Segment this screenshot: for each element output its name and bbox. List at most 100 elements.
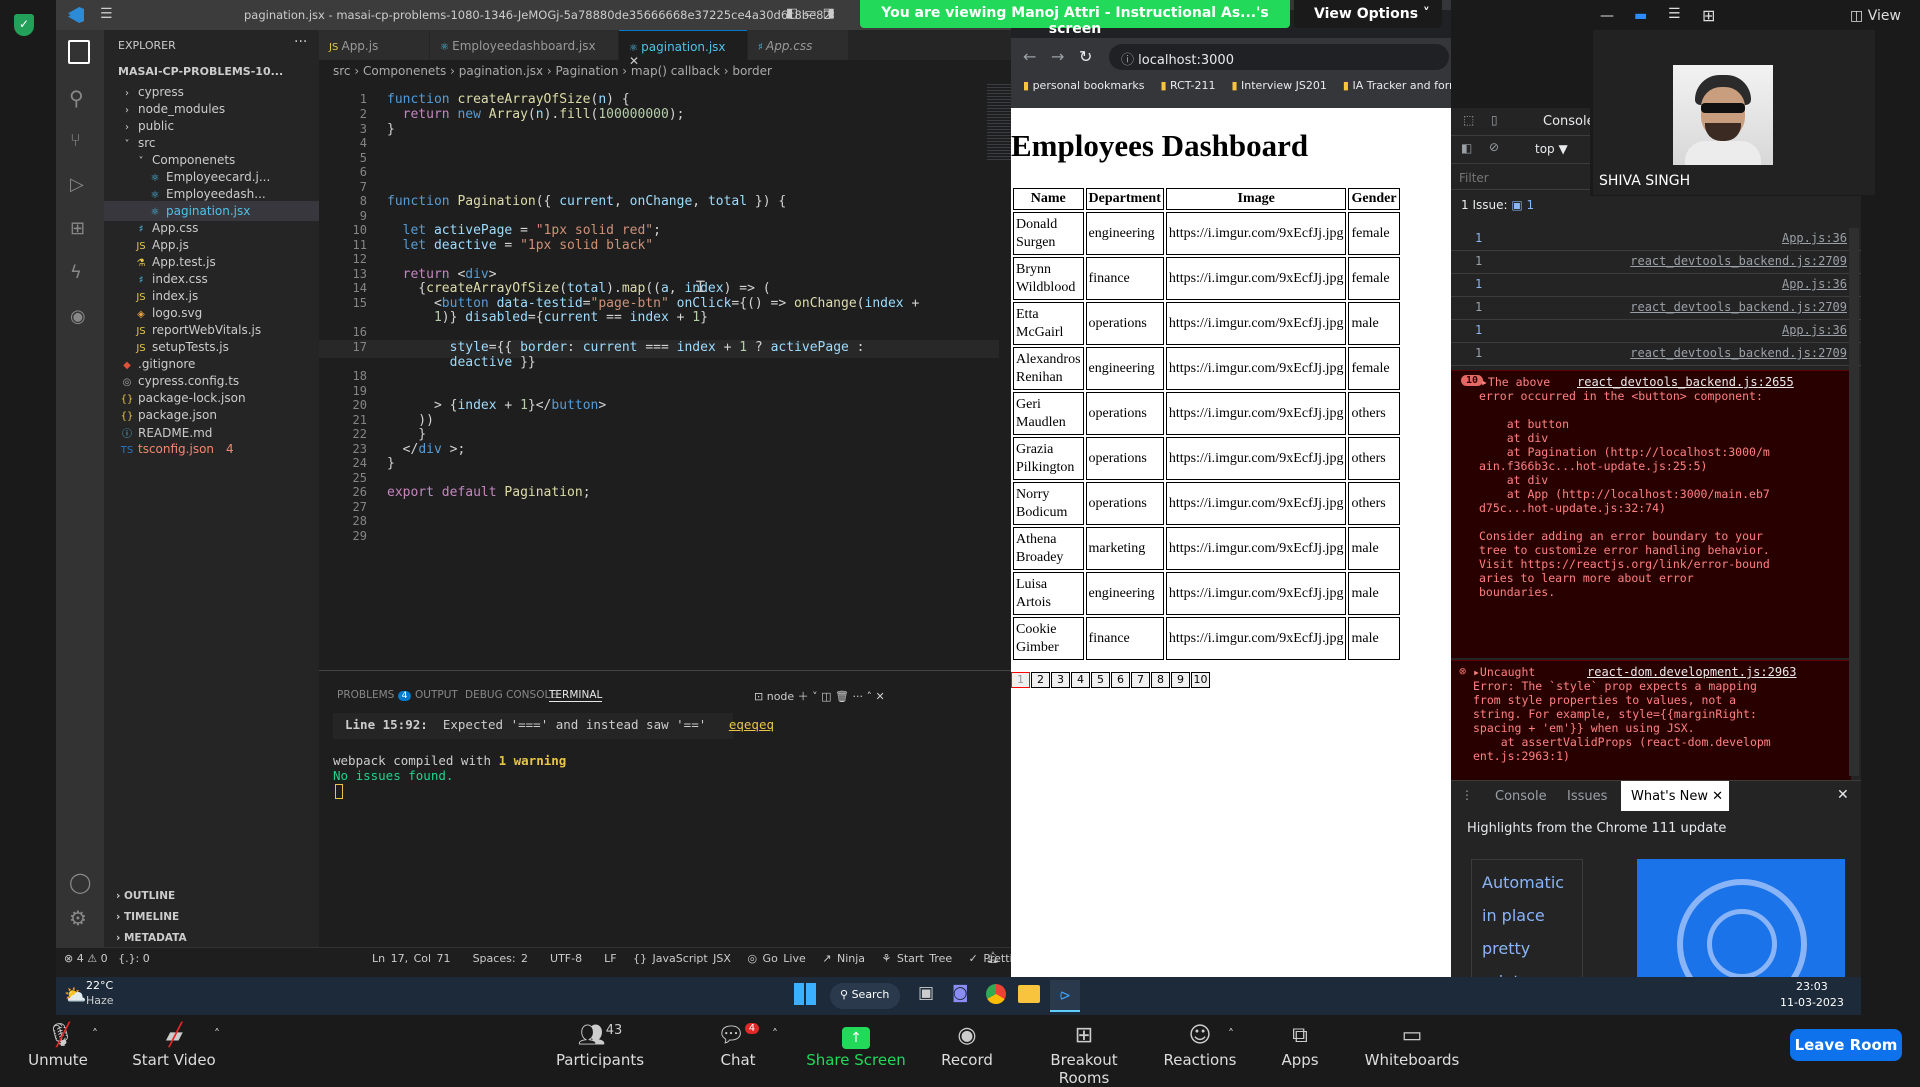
panel-tab-debug-console[interactable]: DEBUG CONSOLE (465, 689, 557, 701)
back-icon[interactable]: ← (1023, 47, 1036, 66)
forward-icon[interactable]: → (1051, 47, 1064, 66)
drawer-tab-console[interactable]: Console (1495, 789, 1547, 804)
gallery-view-icon[interactable]: ⊞ (1702, 6, 1715, 25)
bookmark-item[interactable]: ▮ RCT-211 (1160, 79, 1215, 92)
chat-options-icon[interactable]: ˄ (772, 1027, 778, 1041)
share-screen-button[interactable]: ↑ Share Screen (806, 1015, 906, 1080)
apps-button[interactable]: ⧉ Apps (1270, 1015, 1330, 1080)
bookmark-item[interactable]: ▮ Interview JS201 (1231, 79, 1326, 92)
log-source-link[interactable]: react_devtools_backend.js:2709 (1630, 300, 1847, 314)
tab-pagination[interactable]: ⚛ pagination.jsx ✕ (619, 30, 747, 68)
page-button[interactable]: 5 (1091, 672, 1110, 688)
status-ninja[interactable]: Ninja (837, 952, 865, 965)
explorer-more-icon[interactable]: ··· (294, 34, 307, 50)
start-icon[interactable] (794, 983, 816, 1005)
participant-tile[interactable]: SHIVA SINGH (1593, 30, 1875, 195)
file-explorer-icon[interactable] (1018, 985, 1040, 1003)
settings-gear-icon[interactable]: ⚙ (69, 906, 87, 930)
record-button[interactable]: ◉ Record (930, 1015, 1004, 1080)
explorer-icon[interactable] (68, 40, 90, 64)
hover-rule[interactable]: eqeqeq (729, 717, 774, 732)
status-language[interactable]: JavaScript JSX (653, 952, 731, 965)
drawer-tab-issues[interactable]: Issues (1567, 789, 1607, 804)
page-button[interactable]: 4 (1071, 672, 1090, 688)
view-options-button[interactable]: View Options ˅ (1294, 0, 1442, 28)
start-video-button[interactable]: ▰╱ Start Video (126, 1015, 222, 1080)
taskview-icon[interactable]: ▣ (918, 983, 934, 1003)
page-button[interactable]: 2 (1031, 672, 1050, 688)
context-select[interactable]: top ▼ (1535, 142, 1568, 156)
device-toggle-icon[interactable]: ▯ (1491, 113, 1498, 127)
page-button[interactable]: 8 (1151, 672, 1170, 688)
breadcrumb-item[interactable]: Pagination (556, 64, 619, 78)
layout-icons[interactable]: ◧▭◨ (786, 6, 841, 21)
clock-date[interactable]: 11-03-2023 (1780, 996, 1844, 1009)
metadata-section[interactable]: › METADATA (116, 932, 187, 944)
reload-icon[interactable]: ↻ (1079, 47, 1092, 66)
remote-icon[interactable]: ◉ (70, 306, 86, 327)
unmute-button[interactable]: 🎙︎╱ Unmute (16, 1015, 100, 1080)
breadcrumb-item[interactable]: border (732, 64, 772, 78)
view-icon[interactable]: ◫ View (1850, 8, 1901, 24)
chat-button[interactable]: 💬︎ 4 Chat (704, 1015, 772, 1080)
clear-console-icon[interactable]: ⊘ (1489, 140, 1499, 154)
page-button[interactable]: 10 (1191, 672, 1210, 688)
status-bell-icon[interactable]: 🔔︎ (986, 951, 1000, 964)
address-bar[interactable]: ⓘ localhost:3000 (1109, 44, 1449, 70)
account-icon[interactable]: ◯ (69, 870, 91, 894)
teams-icon[interactable]: ◙ (952, 983, 969, 1003)
issues-bar[interactable]: 1 Issue: ▣ 1 (1461, 198, 1534, 212)
minimap[interactable] (987, 82, 1011, 162)
inspect-icon[interactable]: ⬚ (1463, 113, 1474, 127)
log-source-link[interactable]: App.js:36 (1782, 277, 1847, 291)
status-golive[interactable]: Go Live (763, 952, 806, 965)
video-options-icon[interactable]: ˄ (214, 1027, 220, 1041)
whats-new-card[interactable]: Automatic in place pretty print (1471, 859, 1583, 977)
status-position[interactable]: Ln 17, Col 71 (372, 952, 451, 965)
drawer-menu-icon[interactable]: ⋮ (1461, 788, 1473, 802)
lightning-icon[interactable]: ϟ (70, 262, 82, 283)
breadcrumb-item[interactable]: Componenets (363, 64, 446, 78)
status-eol[interactable]: LF (604, 952, 616, 965)
participants-button[interactable]: 👥︎43 Participants (552, 1015, 648, 1080)
status-starttree[interactable]: Start Tree (897, 952, 952, 965)
panel-tab-output[interactable]: OUTPUT (415, 689, 458, 701)
taskbar-search[interactable]: ⚲ Search (830, 983, 900, 1009)
security-shield-icon[interactable]: ✓ (14, 14, 34, 36)
panel-tab-problems[interactable]: PROBLEMS 4 (337, 689, 412, 701)
page-button[interactable]: 7 (1131, 672, 1150, 688)
clock-time[interactable]: 23:03 (1796, 980, 1828, 993)
audio-options-icon[interactable]: ˄ (92, 1027, 98, 1041)
reactions-options-icon[interactable]: ˄ (1228, 1027, 1234, 1041)
status-problems[interactable]: ⊗ 4 ⚠ 0 {.}: 0 (64, 952, 150, 965)
log-source-link[interactable]: App.js:36 (1782, 231, 1847, 245)
code-view[interactable]: 1 function createArrayOfSize(n) {2 return… (319, 82, 1009, 657)
source-control-icon[interactable]: ⑂ (70, 130, 81, 151)
log-source-link[interactable]: App.js:36 (1782, 323, 1847, 337)
leave-room-button[interactable]: Leave Room (1790, 1029, 1902, 1061)
strip-view-icon[interactable]: ☰ (1668, 6, 1681, 22)
minimize-icon[interactable]: — (1600, 8, 1614, 24)
extensions-icon[interactable]: ⊞ (70, 218, 85, 239)
page-button[interactable]: 6 (1111, 672, 1130, 688)
panel-tab-terminal[interactable]: TERMINAL (549, 689, 603, 702)
info-icon[interactable]: ⓘ (1121, 53, 1134, 68)
menu-icon[interactable]: ☰ (100, 6, 113, 22)
breadcrumb-item[interactable]: map() callback (631, 64, 720, 78)
whiteboards-button[interactable]: ▭ Whiteboards (1362, 1015, 1462, 1080)
terminal-node-label[interactable]: ⊡ node ＋ ˅ ◫ 🗑 ··· ˄ ✕ (754, 688, 885, 704)
tab-app-js[interactable]: JS App.js (319, 30, 429, 60)
page-button[interactable]: 9 (1171, 672, 1190, 688)
speaker-view-icon[interactable]: ▬ (1634, 8, 1647, 24)
outline-section[interactable]: › OUTLINE (116, 890, 175, 902)
page-button[interactable]: 1 (1011, 672, 1030, 688)
breadcrumb-item[interactable]: src (333, 64, 351, 78)
chrome-icon[interactable] (986, 984, 1006, 1004)
search-icon[interactable]: ⚲ (69, 86, 84, 110)
breakout-rooms-button[interactable]: ⊞ Breakout Rooms (1024, 1015, 1144, 1087)
devtools-console-tab[interactable]: Console (1543, 114, 1595, 129)
file-tree-item[interactable]: TS tsconfig.json 4 (104, 439, 319, 459)
code-line[interactable]: 29 (319, 529, 999, 547)
page-button[interactable]: 3 (1051, 672, 1070, 688)
breadcrumb-item[interactable]: pagination.jsx (459, 64, 543, 78)
